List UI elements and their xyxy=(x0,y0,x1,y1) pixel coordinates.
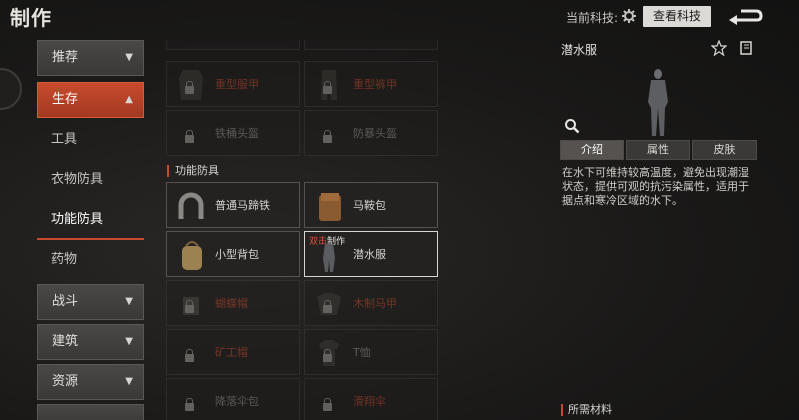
category-label: 资源 xyxy=(52,374,79,389)
subcategory-functional-armor[interactable]: 功能防具 xyxy=(37,200,144,240)
diving-suit-model xyxy=(648,69,668,136)
lock-icon xyxy=(185,398,194,411)
category-combat[interactable]: 战斗 ▼ xyxy=(37,284,144,320)
backpack-icon xyxy=(182,241,202,270)
item-name: 重型裤甲 xyxy=(353,78,397,91)
chevron-down-icon: ▼ xyxy=(125,52,133,63)
item-name: 防暴头盔 xyxy=(353,127,397,140)
header: 制作 当前科技: 查看科技 xyxy=(0,0,799,32)
item-card-heavy-armor[interactable]: 重型服甲 xyxy=(166,61,300,107)
lock-icon xyxy=(185,130,194,143)
diving-suit-icon xyxy=(323,244,335,272)
item-name: 马鞍包 xyxy=(353,199,386,212)
subcategory-medicine[interactable]: 药物 xyxy=(37,240,144,280)
category-partial[interactable] xyxy=(37,404,144,420)
category-label: 生存 xyxy=(52,92,79,107)
section-title: 功能防具 xyxy=(167,165,219,177)
item-name: 木制马甲 xyxy=(353,297,397,310)
page-title: 制作 xyxy=(10,6,52,30)
category-survival[interactable]: 生存 ▲ xyxy=(37,82,144,118)
item-card-heavy-legs[interactable]: 重型裤甲 xyxy=(304,61,438,107)
item-name: 铁桶头盔 xyxy=(215,127,259,140)
category-label: 战斗 xyxy=(52,294,79,309)
category-label: 建筑 xyxy=(52,334,79,349)
lock-icon xyxy=(323,130,332,143)
item-name: T恤 xyxy=(353,346,371,359)
book-icon[interactable] xyxy=(739,41,753,55)
lock-icon xyxy=(323,81,332,94)
tab-intro[interactable]: 介绍 xyxy=(560,140,624,160)
item-card-butterfly-hat[interactable]: 蝴蝶帽 xyxy=(166,280,300,326)
detail-tabs: 介绍 属性 皮肤 xyxy=(560,140,757,160)
gear-icon xyxy=(622,9,636,23)
category-resources[interactable]: 资源 ▼ xyxy=(37,364,144,400)
current-tech-label: 当前科技: xyxy=(566,11,619,25)
star-icon[interactable] xyxy=(711,40,727,56)
item-name: 蝴蝶帽 xyxy=(215,297,248,310)
lock-icon xyxy=(323,300,332,313)
item-card-bucket-helmet[interactable]: 铁桶头盔 xyxy=(166,110,300,156)
lock-icon xyxy=(185,349,194,362)
item-description: 在水下可维持较高温度，避免出现潮湿状态，提供可观的抗污染属性，适用于据点和寒冷区… xyxy=(562,166,749,207)
item-card-glider[interactable]: 滑翔伞 xyxy=(304,378,438,420)
item-name: 矿工帽 xyxy=(215,346,248,359)
item-card[interactable] xyxy=(166,40,300,50)
item-card-parachute[interactable]: 降落伞包 xyxy=(166,378,300,420)
horseshoe-icon xyxy=(178,192,204,219)
back-arrow-icon[interactable] xyxy=(727,6,763,28)
subcategory-clothing-armor[interactable]: 衣物防具 xyxy=(37,160,144,200)
item-card-wooden-vest[interactable]: 木制马甲 xyxy=(304,280,438,326)
item-name: 潜水服 xyxy=(353,248,386,261)
item-preview xyxy=(560,60,757,138)
lock-icon xyxy=(323,349,332,362)
item-name: 小型背包 xyxy=(215,248,259,261)
item-name: 普通马蹄铁 xyxy=(215,199,270,212)
item-card[interactable] xyxy=(304,40,438,50)
lock-icon xyxy=(323,398,332,411)
view-tech-button[interactable]: 查看科技 xyxy=(643,6,711,27)
tab-attributes[interactable]: 属性 xyxy=(626,140,690,160)
lock-icon xyxy=(185,81,194,94)
chevron-down-icon: ▼ xyxy=(125,336,133,347)
chevron-down-icon: ▼ xyxy=(125,376,133,387)
lock-icon xyxy=(185,300,194,313)
item-card-horseshoe[interactable]: 普通马蹄铁 xyxy=(166,182,300,228)
category-recommended[interactable]: 推荐 ▼ xyxy=(37,40,144,76)
search-icon[interactable] xyxy=(564,118,580,134)
materials-title: 所需材料 xyxy=(561,404,612,416)
item-card-tshirt[interactable]: T恤 xyxy=(304,329,438,375)
chevron-up-icon: ▲ xyxy=(125,94,133,105)
item-name: 重型服甲 xyxy=(215,78,259,91)
subcategory-tools[interactable]: 工具 xyxy=(37,120,144,160)
item-card-miner-hat[interactable]: 矿工帽 xyxy=(166,329,300,375)
item-card-saddlebag[interactable]: 马鞍包 xyxy=(304,182,438,228)
item-detail-name: 潜水服 xyxy=(561,43,598,57)
item-card-small-backpack[interactable]: 小型背包 xyxy=(166,231,300,277)
item-name: 降落伞包 xyxy=(215,395,259,408)
item-card-diving-suit[interactable]: 双击制作 潜水服 xyxy=(304,231,438,277)
category-building[interactable]: 建筑 ▼ xyxy=(37,324,144,360)
chevron-down-icon: ▼ xyxy=(125,296,133,307)
category-label: 推荐 xyxy=(52,50,79,65)
item-grid: 重型服甲 重型裤甲 铁桶头盔 防暴头盔 普通马蹄铁 马鞍包 小型背包 双击制作 xyxy=(166,40,442,420)
saddlebag-icon xyxy=(319,193,341,221)
item-card-riot-helmet[interactable]: 防暴头盔 xyxy=(304,110,438,156)
item-name: 滑翔伞 xyxy=(353,395,386,408)
emblem-decoration xyxy=(0,68,22,110)
tab-skins[interactable]: 皮肤 xyxy=(692,140,757,160)
